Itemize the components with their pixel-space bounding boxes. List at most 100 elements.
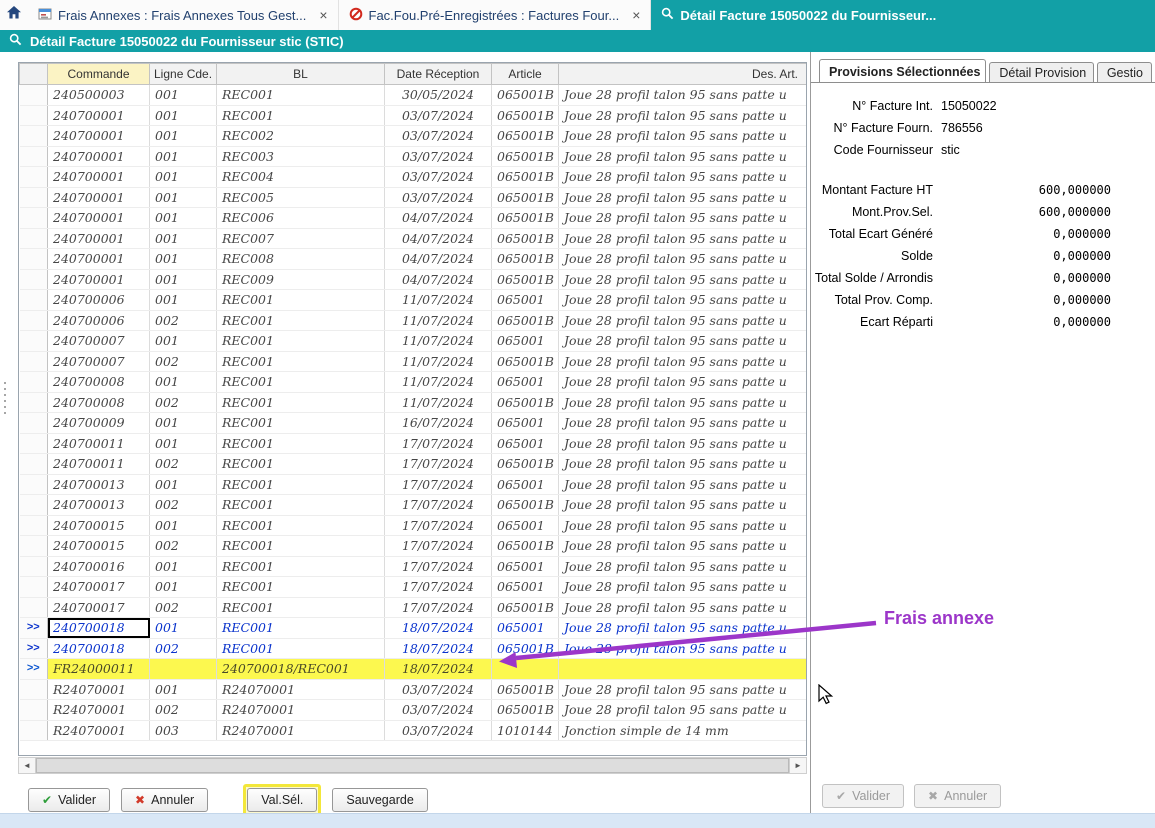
cell-article[interactable]: 065001 <box>492 372 559 393</box>
table-row[interactable]: 240700016001REC00117/07/2024065001Joue 2… <box>20 556 807 577</box>
cell-commande[interactable]: 240700001 <box>48 105 150 126</box>
cell-date-reception[interactable]: 04/07/2024 <box>385 269 492 290</box>
cell-date-reception[interactable]: 11/07/2024 <box>385 372 492 393</box>
row-marker[interactable] <box>20 249 48 270</box>
cell-des-art[interactable]: Joue 28 profil talon 95 sans patte u <box>559 433 807 454</box>
table-row[interactable]: 240700001001REC00203/07/2024065001BJoue … <box>20 126 807 147</box>
table-row[interactable]: 240700015002REC00117/07/2024065001BJoue … <box>20 536 807 557</box>
cell-article[interactable]: 065001B <box>492 310 559 331</box>
cell-ligne[interactable]: 001 <box>150 187 217 208</box>
cell-commande[interactable]: 240700008 <box>48 392 150 413</box>
cell-ligne[interactable]: 001 <box>150 577 217 598</box>
table-row[interactable]: 240700011001REC00117/07/2024065001Joue 2… <box>20 433 807 454</box>
cell-commande[interactable]: R24070001 <box>48 700 150 721</box>
splitter-handle[interactable] <box>2 382 8 434</box>
row-marker[interactable]: >> <box>20 618 48 639</box>
cell-date-reception[interactable]: 17/07/2024 <box>385 577 492 598</box>
cell-des-art[interactable]: Joue 28 profil talon 95 sans patte u <box>559 577 807 598</box>
table-row[interactable]: 240700001001REC00403/07/2024065001BJoue … <box>20 167 807 188</box>
table-row[interactable]: >>240700018001REC00118/07/2024065001Joue… <box>20 618 807 639</box>
column-header-bl[interactable]: BL <box>217 64 385 85</box>
cell-des-art[interactable]: Joue 28 profil talon 95 sans patte u <box>559 638 807 659</box>
table-row[interactable]: 240700001001REC00904/07/2024065001BJoue … <box>20 269 807 290</box>
table-row[interactable]: R24070001002R2407000103/07/2024065001BJo… <box>20 700 807 721</box>
row-marker[interactable] <box>20 597 48 618</box>
cell-article[interactable]: 065001B <box>492 167 559 188</box>
cell-des-art[interactable]: Joue 28 profil talon 95 sans patte u <box>559 331 807 352</box>
cell-article[interactable]: 065001B <box>492 146 559 167</box>
row-marker[interactable]: >> <box>20 659 48 680</box>
cell-des-art[interactable]: Joue 28 profil talon 95 sans patte u <box>559 187 807 208</box>
cell-commande[interactable]: 240700001 <box>48 208 150 229</box>
cell-date-reception[interactable]: 30/05/2024 <box>385 85 492 106</box>
scrollbar-thumb[interactable] <box>36 758 789 773</box>
cell-date-reception[interactable]: 18/07/2024 <box>385 618 492 639</box>
scroll-right-button[interactable]: ► <box>789 758 806 773</box>
column-header-date-reception[interactable]: Date Réception <box>385 64 492 85</box>
tab-fac-fou-pre-enregistrees[interactable]: Fac.Fou.Pré-Enregistrées : Factures Four… <box>339 0 652 30</box>
cell-article[interactable]: 065001B <box>492 187 559 208</box>
cell-des-art[interactable]: Joue 28 profil talon 95 sans patte u <box>559 495 807 516</box>
cell-bl[interactable]: REC001 <box>217 536 385 557</box>
cell-article[interactable]: 065001B <box>492 597 559 618</box>
panel-valider-button[interactable]: ✔ Valider <box>822 784 904 808</box>
cell-article[interactable]: 065001B <box>492 105 559 126</box>
table-row[interactable]: 240500003001REC00130/05/2024065001BJoue … <box>20 85 807 106</box>
row-marker[interactable] <box>20 700 48 721</box>
cell-article[interactable]: 065001 <box>492 618 559 639</box>
cell-des-art[interactable]: Jonction simple de 14 mm <box>559 720 807 741</box>
row-marker[interactable] <box>20 454 48 475</box>
cell-commande[interactable]: 240700001 <box>48 269 150 290</box>
cell-des-art[interactable]: Joue 28 profil talon 95 sans patte u <box>559 618 807 639</box>
cell-bl[interactable]: REC001 <box>217 618 385 639</box>
cell-ligne[interactable]: 001 <box>150 249 217 270</box>
table-row[interactable]: 240700001001REC00604/07/2024065001BJoue … <box>20 208 807 229</box>
cell-date-reception[interactable]: 11/07/2024 <box>385 392 492 413</box>
table-row[interactable]: 240700007001REC00111/07/2024065001Joue 2… <box>20 331 807 352</box>
cell-ligne[interactable]: 002 <box>150 495 217 516</box>
table-row[interactable]: 240700001001REC00503/07/2024065001BJoue … <box>20 187 807 208</box>
cell-ligne[interactable]: 001 <box>150 228 217 249</box>
cell-ligne[interactable]: 001 <box>150 85 217 106</box>
cell-ligne[interactable]: 001 <box>150 679 217 700</box>
row-marker[interactable] <box>20 536 48 557</box>
cell-commande[interactable]: 240700001 <box>48 228 150 249</box>
table-row[interactable]: 240700011002REC00117/07/2024065001BJoue … <box>20 454 807 475</box>
tab-detail-facture[interactable]: Détail Facture 15050022 du Fournisseur..… <box>651 0 1155 30</box>
cell-article[interactable]: 065001 <box>492 290 559 311</box>
cell-bl[interactable]: REC001 <box>217 597 385 618</box>
cell-date-reception[interactable]: 03/07/2024 <box>385 679 492 700</box>
cell-bl[interactable]: REC001 <box>217 331 385 352</box>
cell-bl[interactable]: REC005 <box>217 187 385 208</box>
home-button[interactable] <box>0 0 28 30</box>
cell-ligne[interactable]: 001 <box>150 433 217 454</box>
cell-date-reception[interactable]: 11/07/2024 <box>385 290 492 311</box>
cell-des-art[interactable]: Joue 28 profil talon 95 sans patte u <box>559 228 807 249</box>
cell-des-art[interactable]: Joue 28 profil talon 95 sans patte u <box>559 413 807 434</box>
cell-des-art[interactable]: Joue 28 profil talon 95 sans patte u <box>559 515 807 536</box>
cell-bl[interactable]: REC001 <box>217 351 385 372</box>
cell-commande[interactable]: 240700001 <box>48 249 150 270</box>
cell-des-art[interactable]: Joue 28 profil talon 95 sans patte u <box>559 700 807 721</box>
cell-des-art[interactable]: Joue 28 profil talon 95 sans patte u <box>559 372 807 393</box>
cell-bl[interactable]: REC008 <box>217 249 385 270</box>
cell-des-art[interactable]: Joue 28 profil talon 95 sans patte u <box>559 126 807 147</box>
cell-des-art[interactable]: Joue 28 profil talon 95 sans patte u <box>559 310 807 331</box>
cell-article[interactable]: 065001B <box>492 351 559 372</box>
cell-bl[interactable]: REC001 <box>217 85 385 106</box>
cell-article[interactable]: 065001B <box>492 228 559 249</box>
cell-commande[interactable]: 240700018 <box>48 638 150 659</box>
cell-article[interactable]: 065001 <box>492 413 559 434</box>
cell-des-art[interactable]: Joue 28 profil talon 95 sans patte u <box>559 597 807 618</box>
table-row[interactable]: 240700017001REC00117/07/2024065001Joue 2… <box>20 577 807 598</box>
column-header-ligne[interactable]: Ligne Cde. <box>150 64 217 85</box>
row-marker[interactable] <box>20 515 48 536</box>
table-row[interactable]: 240700001001REC00103/07/2024065001BJoue … <box>20 105 807 126</box>
panel-annuler-button[interactable]: ✖ Annuler <box>914 784 1001 808</box>
column-header-article[interactable]: Article <box>492 64 559 85</box>
cell-commande[interactable]: 240700018 <box>48 618 150 639</box>
cell-des-art[interactable]: Joue 28 profil talon 95 sans patte u <box>559 679 807 700</box>
table-row[interactable]: 240700008002REC00111/07/2024065001BJoue … <box>20 392 807 413</box>
row-marker[interactable] <box>20 208 48 229</box>
row-marker[interactable] <box>20 392 48 413</box>
